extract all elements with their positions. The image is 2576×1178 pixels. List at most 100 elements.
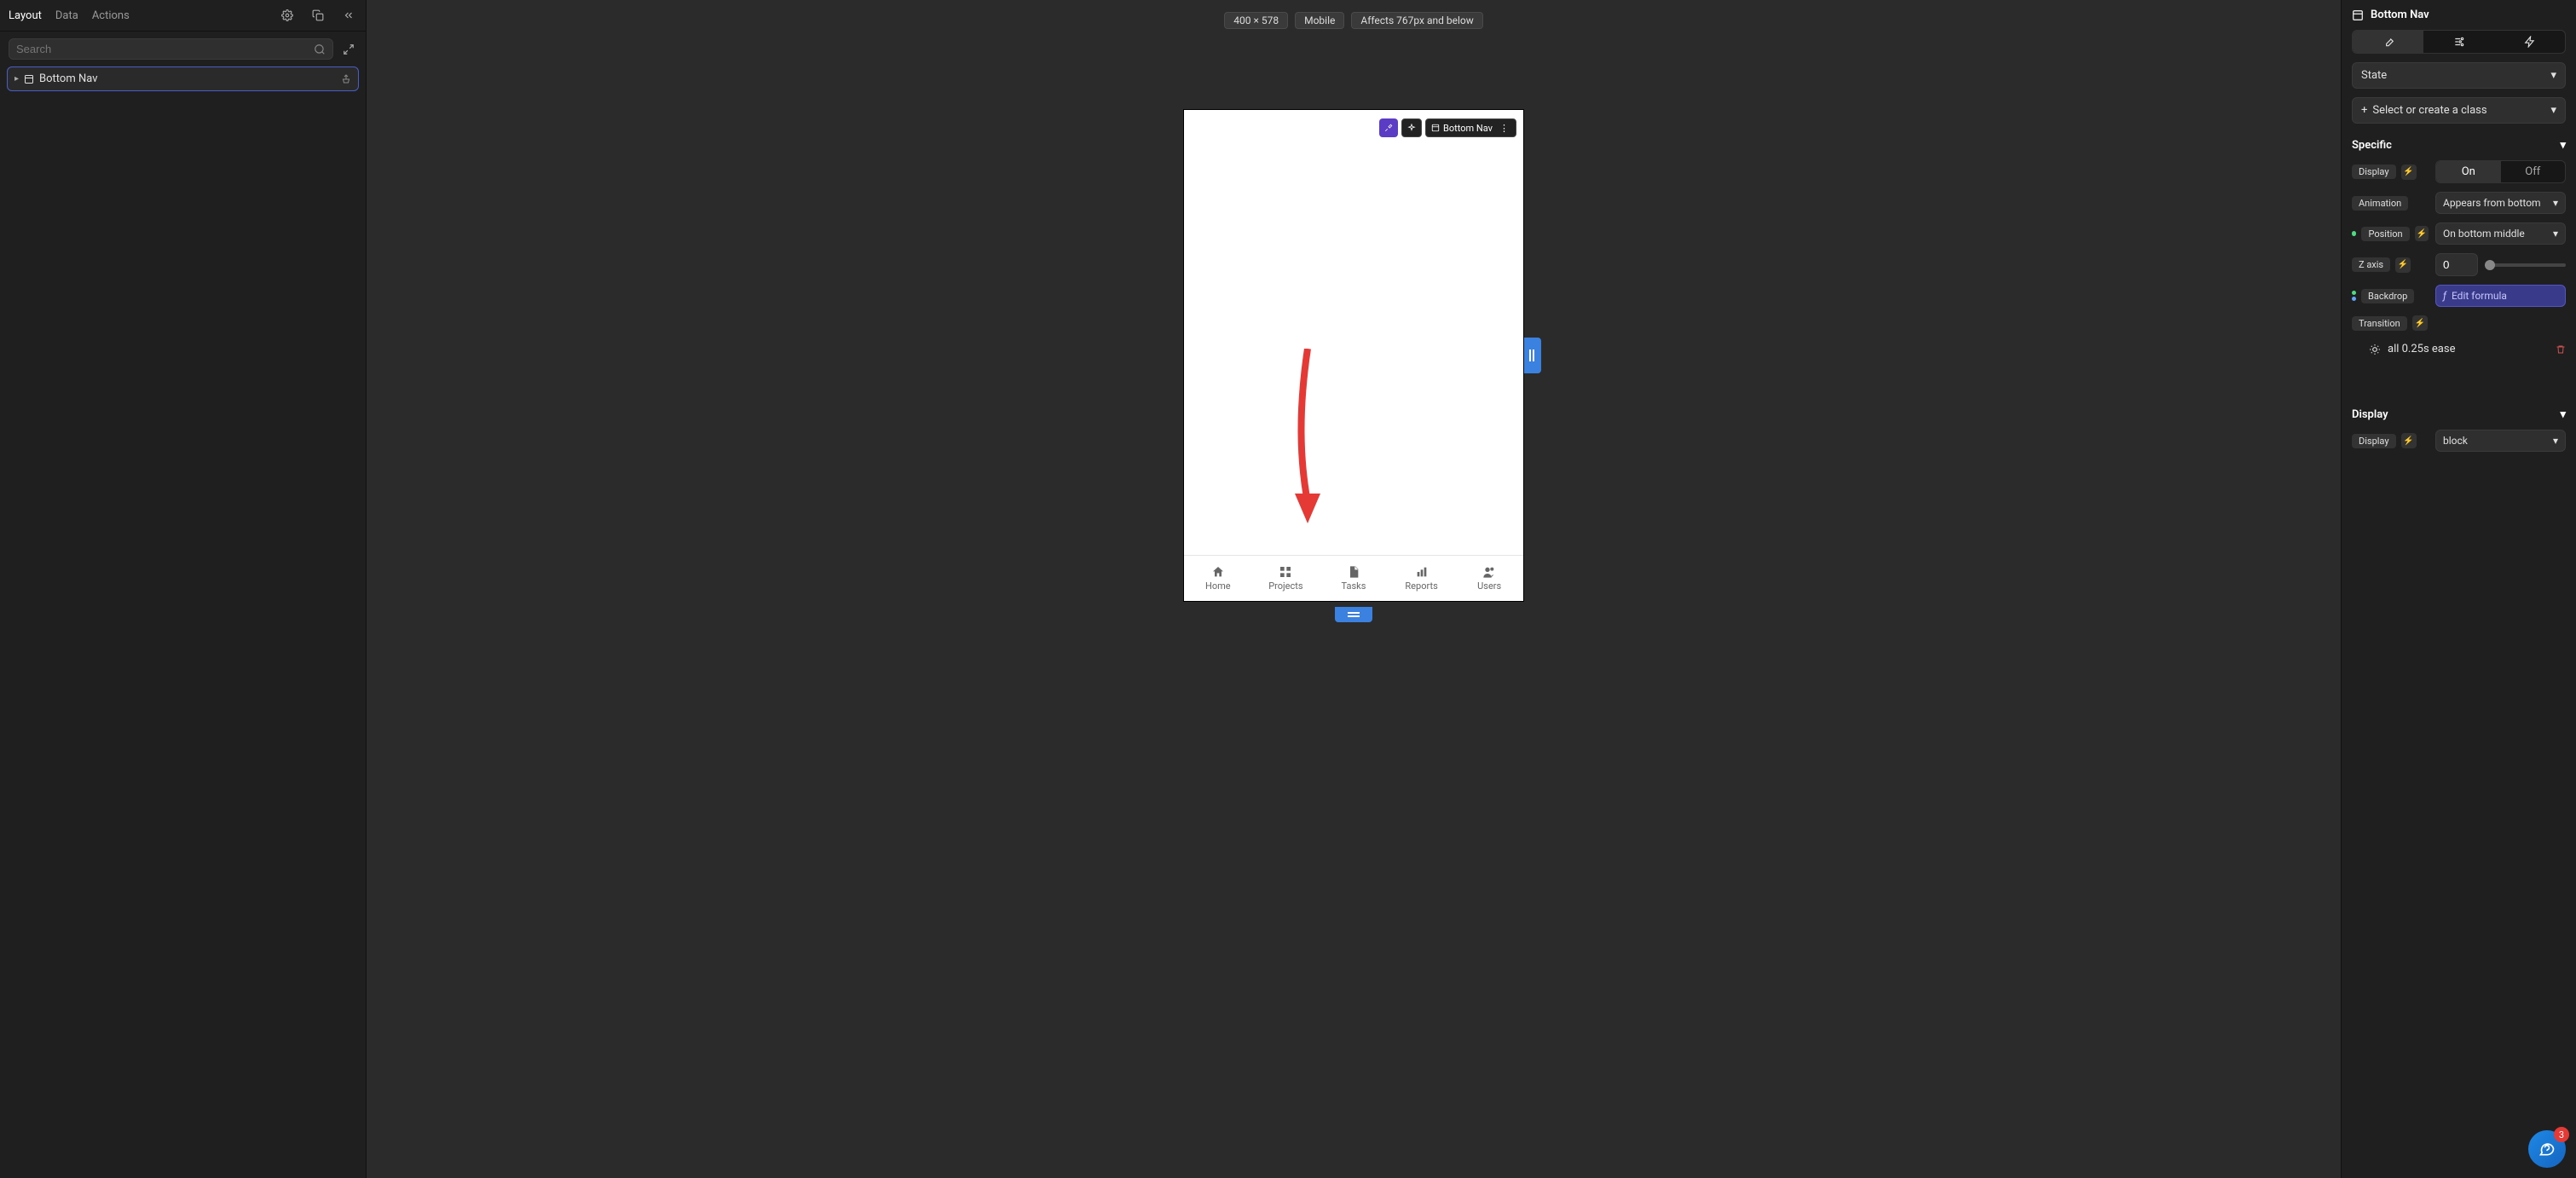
display-toggle: On Off bbox=[2435, 160, 2566, 183]
help-button[interactable]: 3 bbox=[2528, 1130, 2566, 1168]
nav-item-users[interactable]: Users bbox=[1455, 556, 1523, 601]
prop-display2-label: Display bbox=[2352, 434, 2396, 448]
section-title: Specific bbox=[2352, 139, 2392, 152]
tab-layout[interactable]: Layout bbox=[9, 9, 42, 22]
multi-dot-icon bbox=[2352, 291, 2356, 301]
display-select[interactable]: block ▾ bbox=[2435, 430, 2566, 452]
selection-badge: Bottom Nav ⋮ bbox=[1379, 118, 1516, 137]
override-dot-icon bbox=[2352, 231, 2356, 236]
search-input-wrap[interactable] bbox=[9, 38, 333, 60]
window-icon bbox=[24, 74, 34, 84]
window-icon bbox=[2352, 9, 2364, 21]
chevron-down-icon: ▾ bbox=[2560, 408, 2566, 421]
nav-item-label: Reports bbox=[1405, 580, 1437, 592]
prop-position-label: Position bbox=[2361, 227, 2409, 241]
right-panel: Bottom Nav State ▾ + Select or create a … bbox=[2341, 0, 2576, 1178]
chevron-down-icon: ▾ bbox=[2560, 139, 2566, 152]
section-display-head[interactable]: Display ▾ bbox=[2352, 408, 2566, 421]
display-toggle-off[interactable]: Off bbox=[2501, 161, 2566, 182]
state-selector[interactable]: State ▾ bbox=[2352, 62, 2566, 89]
prop-transition-label: Transition bbox=[2352, 316, 2407, 331]
unplug-icon[interactable] bbox=[1379, 118, 1398, 137]
transition-item: all 0.25s ease bbox=[2352, 339, 2566, 359]
expand-icon[interactable] bbox=[340, 41, 357, 58]
display-toggle-on[interactable]: On bbox=[2436, 161, 2501, 182]
unplug-icon[interactable]: ⚡ bbox=[2395, 257, 2411, 273]
chevron-down-icon: ▾ bbox=[2550, 104, 2556, 117]
nav-item-label: Projects bbox=[1268, 580, 1302, 592]
device-preview[interactable]: Bottom Nav ⋮ Home Projects bbox=[1183, 109, 1524, 602]
device-frame: Bottom Nav ⋮ Home Projects bbox=[1183, 109, 1524, 602]
state-label: State bbox=[2361, 69, 2387, 82]
nav-item-projects[interactable]: Projects bbox=[1252, 556, 1320, 601]
nav-item-label: Home bbox=[1205, 580, 1231, 592]
tab-actions[interactable]: Actions bbox=[92, 9, 130, 22]
breakpoint-pill: Affects 767px and below bbox=[1351, 12, 1482, 29]
delete-transition-button[interactable] bbox=[2556, 344, 2566, 355]
sparkle-icon[interactable] bbox=[1401, 118, 1422, 137]
users-icon bbox=[1482, 565, 1496, 579]
gear-icon[interactable] bbox=[279, 7, 296, 24]
edit-formula-button[interactable]: ƒ Edit formula bbox=[2435, 285, 2566, 307]
search-icon bbox=[314, 43, 326, 55]
element-tree: ▸ Bottom Nav bbox=[0, 66, 366, 91]
animation-select[interactable]: Appears from bottom ▾ bbox=[2435, 192, 2566, 214]
unplug-icon[interactable]: ⚡ bbox=[2415, 226, 2429, 241]
prop-animation-label: Animation bbox=[2352, 196, 2408, 211]
position-select[interactable]: On bottom middle ▾ bbox=[2435, 222, 2566, 245]
tab-data[interactable]: Data bbox=[55, 9, 78, 22]
chevron-down-icon: ▾ bbox=[2553, 197, 2558, 209]
left-panel: Layout Data Actions bbox=[0, 0, 367, 1178]
prop-backdrop-label: Backdrop bbox=[2361, 289, 2414, 303]
bottom-nav: Home Projects Tasks Reports bbox=[1184, 555, 1523, 601]
pin-icon[interactable] bbox=[341, 74, 351, 84]
tab-interactions[interactable] bbox=[2494, 31, 2565, 53]
search-input[interactable] bbox=[16, 43, 314, 55]
selection-label[interactable]: Bottom Nav ⋮ bbox=[1425, 118, 1516, 137]
chevron-down-icon: ▾ bbox=[2553, 435, 2558, 447]
zaxis-slider[interactable] bbox=[2485, 263, 2566, 267]
more-icon[interactable]: ⋮ bbox=[1496, 123, 1512, 134]
chart-icon bbox=[1415, 565, 1429, 579]
nav-item-label: Users bbox=[1477, 580, 1501, 592]
prop-zaxis-label: Z axis bbox=[2352, 257, 2390, 272]
resize-handle-right[interactable] bbox=[1524, 338, 1541, 373]
dimensions-pill[interactable]: 400 × 578 bbox=[1224, 12, 1288, 29]
selection-label-text: Bottom Nav bbox=[1443, 123, 1493, 134]
prop-display-label: Display bbox=[2352, 165, 2396, 179]
left-panel-header: Layout Data Actions bbox=[0, 0, 366, 32]
canvas-header: 400 × 578 Mobile Affects 767px and below bbox=[1224, 0, 1482, 41]
sun-icon bbox=[2369, 344, 2381, 355]
chevron-down-icon: ▾ bbox=[2550, 69, 2556, 82]
display-value: block bbox=[2443, 435, 2468, 447]
tab-style[interactable] bbox=[2353, 31, 2423, 53]
section-title: Display bbox=[2352, 408, 2388, 421]
device-pill[interactable]: Mobile bbox=[1295, 12, 1344, 29]
inspector-title-row: Bottom Nav bbox=[2352, 9, 2566, 21]
annotation-arrow bbox=[1286, 349, 1329, 528]
tab-settings[interactable] bbox=[2423, 31, 2494, 53]
tree-item-label: Bottom Nav bbox=[39, 72, 97, 85]
nav-item-tasks[interactable]: Tasks bbox=[1320, 556, 1388, 601]
zaxis-input[interactable] bbox=[2435, 253, 2478, 276]
unplug-icon[interactable]: ⚡ bbox=[2401, 165, 2417, 180]
nav-item-reports[interactable]: Reports bbox=[1388, 556, 1456, 601]
resize-handle-bottom[interactable] bbox=[1335, 607, 1372, 622]
collapse-left-icon[interactable] bbox=[340, 7, 357, 24]
section-specific-head[interactable]: Specific ▾ bbox=[2352, 139, 2566, 152]
help-badge: 3 bbox=[2554, 1127, 2569, 1142]
class-selector[interactable]: + Select or create a class ▾ bbox=[2352, 97, 2566, 124]
tree-item-bottom-nav[interactable]: ▸ Bottom Nav bbox=[7, 66, 359, 91]
unplug-icon[interactable]: ⚡ bbox=[2412, 315, 2428, 331]
canvas-area: 400 × 578 Mobile Affects 767px and below… bbox=[367, 0, 2341, 1178]
nav-item-home[interactable]: Home bbox=[1184, 556, 1252, 601]
transition-value: all 0.25s ease bbox=[2388, 343, 2549, 355]
inspector-title: Bottom Nav bbox=[2371, 9, 2429, 21]
file-icon bbox=[1347, 565, 1360, 579]
chevron-down-icon: ▾ bbox=[2553, 228, 2558, 240]
chevron-right-icon[interactable]: ▸ bbox=[14, 74, 19, 84]
copy-icon[interactable] bbox=[309, 7, 326, 24]
position-value: On bottom middle bbox=[2443, 228, 2525, 240]
unplug-icon[interactable]: ⚡ bbox=[2401, 433, 2417, 448]
grid-icon bbox=[1279, 565, 1292, 579]
